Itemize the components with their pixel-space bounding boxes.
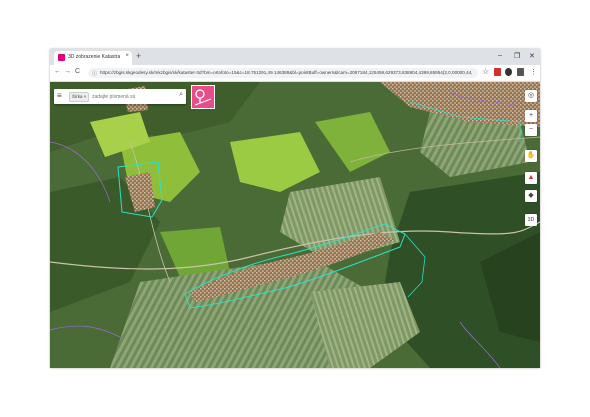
reload-button[interactable]: C <box>75 68 80 75</box>
chip-label: Šírka <box>72 94 83 99</box>
site-info-icon[interactable]: ⓘ <box>92 70 97 77</box>
satellite-imagery <box>50 82 540 368</box>
url-text[interactable]: https://zbgis.skgeodesy.sk/mkzbgis/sk/ka… <box>100 70 472 75</box>
url-field[interactable]: ⓘ https://zbgis.skgeodesy.sk/mkzbgis/sk/… <box>88 68 478 78</box>
browser-menu-icon[interactable]: ⋮ <box>530 68 537 76</box>
extension-puzzle-icon[interactable] <box>517 68 524 76</box>
gps-icon[interactable]: ◎ <box>525 90 537 102</box>
3d-toggle-button[interactable]: 3D <box>525 214 537 226</box>
hamburger-menu-icon[interactable]: ≡ <box>57 92 62 100</box>
address-bar: ← → C ⓘ https://zbgis.skgeodesy.sk/mkzbg… <box>50 65 540 82</box>
compass-icon[interactable]: ▲ <box>525 172 537 184</box>
layers-icon[interactable]: ◆ <box>525 190 537 202</box>
extension-red-icon[interactable] <box>494 68 501 76</box>
bookmark-star-icon[interactable]: ☆ <box>482 67 489 76</box>
tab-close-icon[interactable]: × <box>125 53 129 59</box>
search-input[interactable] <box>92 92 172 101</box>
browser-window: 3D zobrazenie Katastra nehnuteľností × +… <box>50 49 540 368</box>
close-window-button[interactable]: ✕ <box>529 52 535 60</box>
new-tab-button[interactable]: + <box>136 51 141 61</box>
site-favicon-icon <box>58 54 65 61</box>
maximize-button[interactable]: ❐ <box>514 52 520 60</box>
tab-bar: 3D zobrazenie Katastra nehnuteľností × +… <box>50 49 540 65</box>
map-search-box: ≡ Šírka × ⌕ <box>54 89 186 104</box>
minimize-button[interactable]: – <box>498 52 502 59</box>
chip-close-icon[interactable]: × <box>84 94 87 99</box>
pan-hand-icon[interactable]: ✋ <box>525 150 537 162</box>
browser-tab[interactable]: 3D zobrazenie Katastra nehnuteľností × <box>54 51 132 65</box>
back-button[interactable]: ← <box>54 68 61 75</box>
search-filter-chip[interactable]: Šírka × <box>69 92 90 102</box>
search-icon[interactable]: ⌕ <box>179 91 183 99</box>
zoom-out-button[interactable]: − <box>525 124 537 136</box>
tab-title: 3D zobrazenie Katastra nehnuteľností <box>68 54 120 60</box>
map-pin-icon <box>194 89 212 106</box>
cadastre-3d-badge-icon[interactable] <box>191 85 215 109</box>
forward-button[interactable]: → <box>64 68 71 75</box>
map-canvas[interactable]: ≡ Šírka × ⌕ ◎ + − ✋ ▲ ◆ 3D <box>50 82 540 368</box>
zoom-in-button[interactable]: + <box>525 110 537 122</box>
extension-dark-icon[interactable] <box>505 68 512 76</box>
